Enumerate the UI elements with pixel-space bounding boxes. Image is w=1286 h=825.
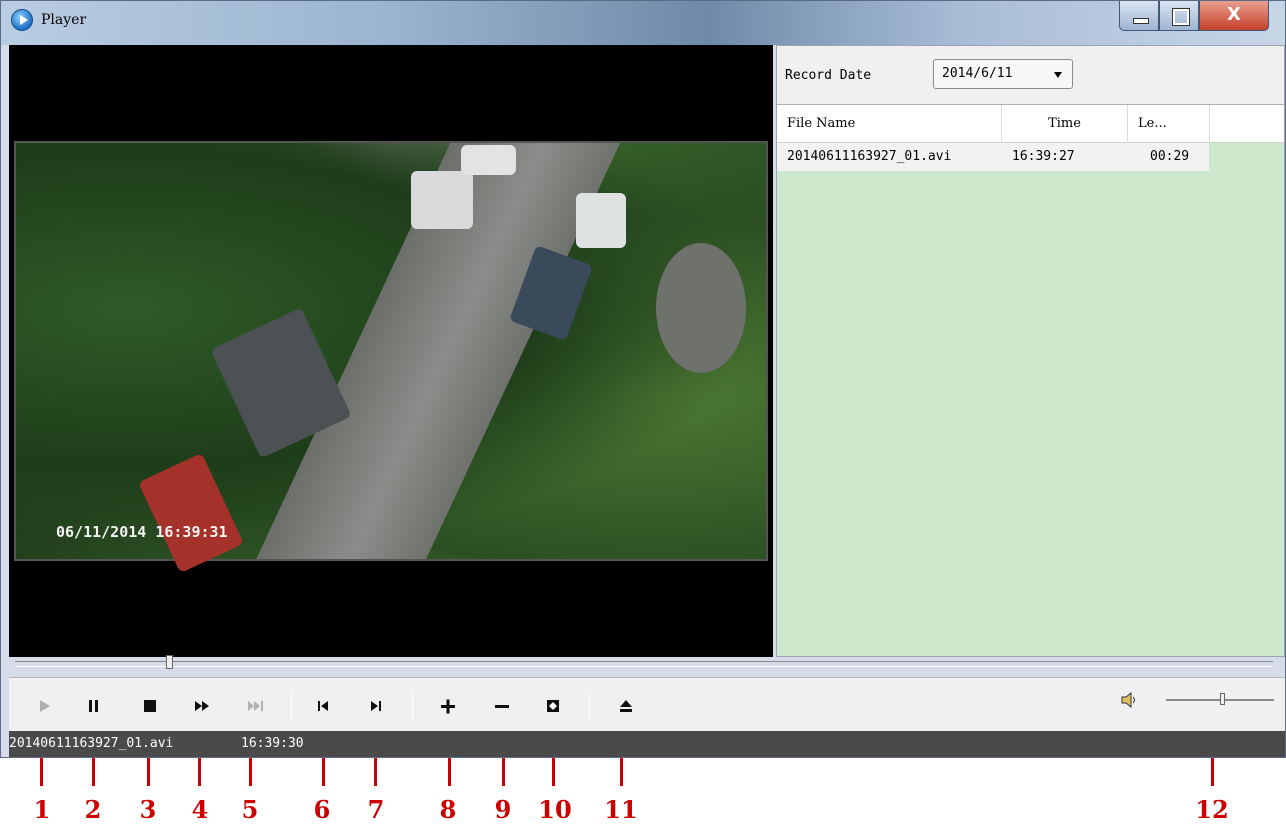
player-app-icon [11,9,33,31]
car-image [509,245,593,341]
close-icon: X [1227,4,1241,25]
playback-controls [9,677,1285,731]
callout-line [198,758,201,786]
callout-number: 5 [241,795,259,824]
speaker-icon[interactable] [1119,690,1139,710]
record-date-select[interactable]: 2014/6/11 [933,59,1073,89]
fountain-image [656,243,746,373]
callout-number: 7 [367,795,385,824]
fullscreen-icon[interactable] [540,693,566,719]
plus-icon[interactable] [435,693,461,719]
car-image [210,307,352,459]
seek-thumb[interactable] [166,655,173,669]
minus-icon[interactable] [489,693,515,719]
pause-icon[interactable] [81,693,107,719]
callout-number: 11 [604,795,638,824]
callout-number: 12 [1195,795,1229,824]
callout-line [40,758,43,786]
video-area[interactable]: 06/11/2014 16:39:31 [9,45,773,657]
status-bar: 20140611163927_01.avi 16:39:30 [9,731,1285,757]
callout-line [1211,758,1214,786]
callout-number: 6 [313,795,331,824]
status-current-time: 16:39:30 [241,736,304,751]
callout-line [92,758,95,786]
callout-number: 4 [191,795,209,824]
car-image [411,171,473,229]
eject-icon[interactable] [613,693,639,719]
car-image [576,193,626,248]
callout-number: 2 [84,795,102,824]
player-window: Player X 06/11/2014 16:39:31 Record Date… [0,0,1286,758]
previous-icon[interactable] [311,693,337,719]
toolbar-separator [412,692,413,720]
file-length-cell: 00:29 [1150,149,1190,164]
callout-number: 8 [439,795,457,824]
toolbar-separator [589,692,590,720]
column-header-time[interactable]: Time [1002,105,1128,143]
callout-line [620,758,623,786]
chevron-down-icon [1054,72,1062,78]
file-row[interactable]: 20140611163927_01.avi 16:39:27 00:29 [777,143,1209,171]
maximize-button[interactable] [1159,1,1199,31]
callout-line [322,758,325,786]
video-frame: 06/11/2014 16:39:31 [14,141,768,574]
volume-slider[interactable] [1166,693,1274,705]
callout-line [147,758,150,786]
file-list-header: File Name Time Le... [777,105,1284,143]
car-image [461,145,516,175]
callout-line [502,758,505,786]
status-file-name: 20140611163927_01.avi [9,736,174,751]
record-date-value: 2014/6/11 [942,66,1013,81]
volume-thumb[interactable] [1220,693,1225,705]
minimize-button[interactable] [1119,1,1159,31]
window-title: Player [41,12,87,28]
callout-line [374,758,377,786]
record-date-label: Record Date [785,68,872,83]
video-timestamp: 06/11/2014 16:39:31 [56,523,228,541]
car-image [138,452,244,574]
callout-number: 10 [538,795,572,824]
step-forward-icon[interactable] [243,693,269,719]
callout-line [448,758,451,786]
callout-number: 3 [139,795,157,824]
callout-line [552,758,555,786]
record-panel: Record Date 2014/6/11 File Name Time Le.… [776,45,1285,657]
callout-number: 9 [494,795,512,824]
file-time-cell: 16:39:27 [1012,149,1075,164]
callout-line [249,758,252,786]
title-bar[interactable]: Player X [1,1,1285,45]
file-name-cell: 20140611163927_01.avi [787,149,952,164]
file-list[interactable]: File Name Time Le... 20140611163927_01.a… [777,104,1284,656]
column-header-file-name[interactable]: File Name [777,105,1002,143]
callout-number: 1 [33,795,51,824]
toolbar-separator [291,692,292,720]
close-button[interactable]: X [1199,1,1269,31]
fast-forward-icon[interactable] [189,693,215,719]
play-icon[interactable] [31,693,57,719]
next-icon[interactable] [363,693,389,719]
stop-icon[interactable] [137,693,163,719]
column-header-length[interactable]: Le... [1128,105,1210,143]
seek-bar[interactable] [15,655,1273,669]
